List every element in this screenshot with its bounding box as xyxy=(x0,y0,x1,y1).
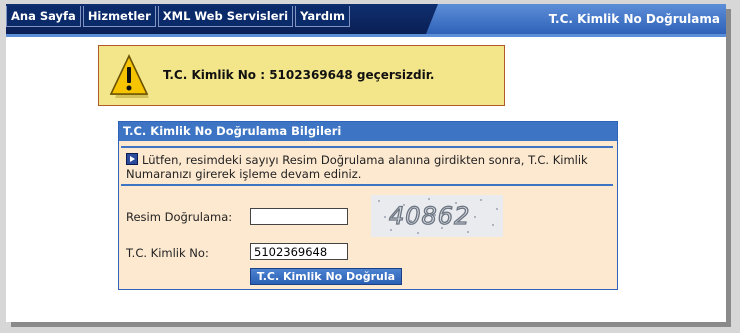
page-title: T.C. Kimlik No Doğrulama xyxy=(426,4,726,34)
id-label: T.C. Kimlik No: xyxy=(126,246,209,260)
error-alert: T.C. Kimlik No : 5102369648 geçersizdir. xyxy=(98,45,505,106)
captcha-text: 40862 xyxy=(389,202,470,230)
verify-button[interactable]: T.C. Kimlik No Doğrula xyxy=(250,268,402,285)
nav-yardim[interactable]: Yardım xyxy=(295,6,350,27)
info-text: Lütfen, resimdeki sayıyı Resim Doğrulama… xyxy=(126,153,588,181)
panel-title: T.C. Kimlik No Doğrulama Bilgileri xyxy=(119,122,617,141)
warning-icon xyxy=(109,54,149,98)
nav-xml-web-servisleri[interactable]: XML Web Servisleri xyxy=(157,6,294,27)
divider xyxy=(121,184,613,186)
top-nav-bar: Ana Sayfa Hizmetler XML Web Servisleri Y… xyxy=(6,4,726,34)
info-text-block: Lütfen, resimdeki sayıyı Resim Doğrulama… xyxy=(126,152,606,181)
divider xyxy=(121,146,613,148)
captcha-input[interactable] xyxy=(250,208,348,225)
arrow-right-icon xyxy=(126,153,138,165)
nav-ana-sayfa[interactable]: Ana Sayfa xyxy=(6,6,81,27)
page-frame: Ana Sayfa Hizmetler XML Web Servisleri Y… xyxy=(6,4,726,322)
id-input[interactable] xyxy=(250,243,348,260)
verification-panel: T.C. Kimlik No Doğrulama Bilgileri Lütfe… xyxy=(118,121,618,290)
alert-message: T.C. Kimlik No : 5102369648 geçersizdir. xyxy=(163,68,435,82)
header-underline xyxy=(6,34,726,37)
captcha-label: Resim Doğrulama: xyxy=(126,210,233,224)
captcha-image: 40862 xyxy=(371,195,503,237)
nav-hizmetler[interactable]: Hizmetler xyxy=(82,6,156,27)
main-nav: Ana Sayfa Hizmetler XML Web Servisleri Y… xyxy=(6,6,352,28)
